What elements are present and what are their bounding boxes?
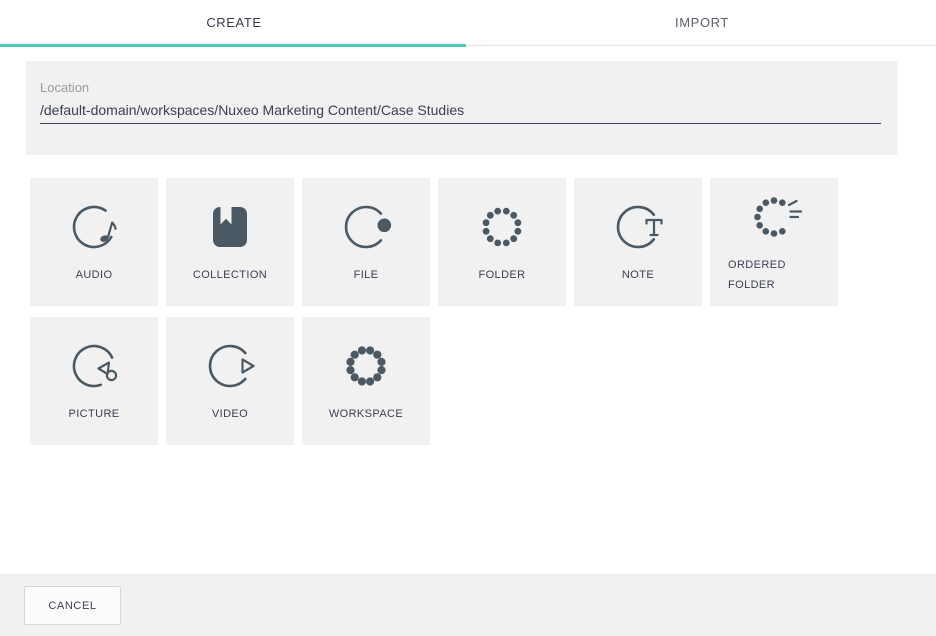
active-tab-indicator — [0, 44, 466, 47]
tile-workspace[interactable]: WORKSPACE — [302, 317, 430, 445]
workspace-icon — [338, 338, 394, 394]
collection-icon — [202, 199, 258, 255]
tile-label: PICTURE — [68, 404, 119, 424]
location-panel: Location — [26, 61, 897, 155]
tab-bar: CREATE IMPORT — [0, 0, 936, 46]
note-icon — [610, 199, 666, 255]
location-input[interactable] — [40, 101, 881, 124]
tile-label: NOTE — [622, 265, 654, 285]
tab-import[interactable]: IMPORT — [468, 0, 936, 45]
cancel-button[interactable]: CANCEL — [24, 586, 121, 625]
tab-import-label: IMPORT — [675, 15, 729, 30]
tile-note[interactable]: NOTE — [574, 178, 702, 306]
footer-bar: CANCEL — [0, 574, 936, 636]
tile-picture[interactable]: PICTURE — [30, 317, 158, 445]
tile-label: VIDEO — [212, 404, 248, 424]
location-label: Location — [40, 80, 881, 95]
create-document-dialog: CREATE IMPORT Location AUDIO COLLECTION — [0, 0, 936, 636]
tile-label: FILE — [354, 265, 379, 285]
doc-type-grid: AUDIO COLLECTION FILE — [30, 178, 936, 445]
tile-label: FOLDER — [478, 265, 525, 285]
tab-create-label: CREATE — [206, 15, 261, 30]
tile-audio[interactable]: AUDIO — [30, 178, 158, 306]
tab-create[interactable]: CREATE — [0, 0, 468, 45]
tile-label: COLLECTION — [193, 265, 267, 285]
video-icon — [202, 338, 258, 394]
picture-icon — [66, 338, 122, 394]
ordered-folder-icon — [746, 189, 802, 245]
audio-icon — [66, 199, 122, 255]
tile-file[interactable]: FILE — [302, 178, 430, 306]
file-icon — [338, 199, 394, 255]
tile-label: WORKSPACE — [329, 404, 403, 424]
tile-collection[interactable]: COLLECTION — [166, 178, 294, 306]
tile-label: ORDERED FOLDER — [728, 255, 820, 295]
tile-folder[interactable]: FOLDER — [438, 178, 566, 306]
tile-label: AUDIO — [76, 265, 113, 285]
tile-video[interactable]: VIDEO — [166, 317, 294, 445]
folder-icon — [474, 199, 530, 255]
tile-ordered-folder[interactable]: ORDERED FOLDER — [710, 178, 838, 306]
